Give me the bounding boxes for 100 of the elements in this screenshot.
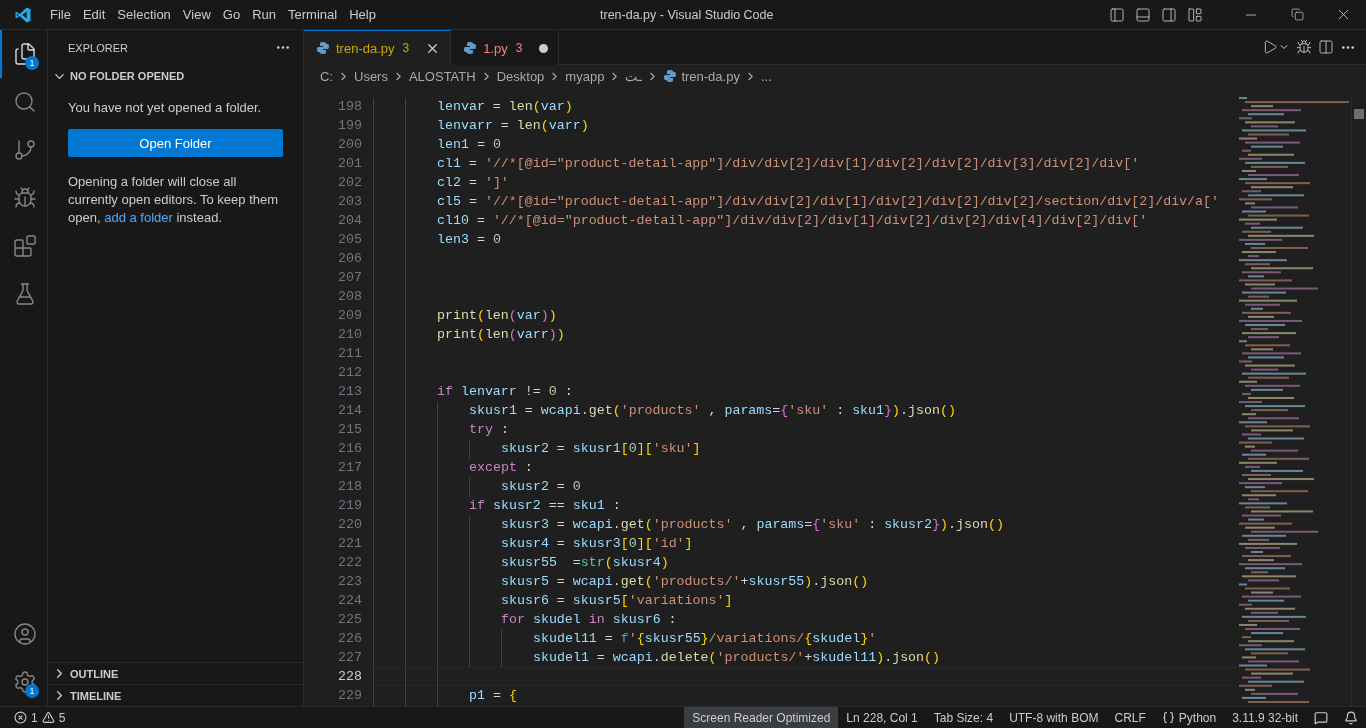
line-number: 208 — [338, 288, 362, 306]
status-item[interactable]: Ln 228, Col 1 — [838, 707, 926, 728]
scrollbar[interactable] — [1351, 97, 1366, 706]
line-number: 227 — [338, 649, 362, 667]
notification-badge: 1 — [25, 56, 39, 70]
panel-right-icon — [1161, 6, 1177, 23]
editor-tab[interactable]: 1.py 3 — [451, 30, 559, 65]
status-item[interactable]: Screen Reader Optimized — [684, 707, 839, 728]
info-paragraph: Opening a folder will close all currently open editors. To keep them open, add a folder instead. — [68, 173, 280, 227]
minimize-icon — [1243, 13, 1259, 16]
line-number: 200 — [338, 136, 362, 154]
line-number: 216 — [338, 440, 362, 458]
empty-folder-message: You have not yet opened a folder. — [68, 99, 263, 117]
line-number: 211 — [338, 345, 362, 363]
line-number: 223 — [338, 573, 362, 591]
more-actions-button[interactable] — [1340, 45, 1356, 49]
panel-header[interactable]: OUTLINE — [48, 662, 303, 684]
code-line: except : — [469, 459, 533, 476]
status-item[interactable]: 3.11.9 32-bit — [1224, 707, 1306, 728]
code-line: skusr55 =str(skusr4) — [501, 554, 669, 571]
code-line: skusr4 = skusr3[0]['id'] — [501, 535, 693, 552]
code-line: if skusr2 == sku1 : — [469, 497, 621, 514]
menu-item[interactable]: Edit — [76, 7, 112, 22]
restore-icon — [1290, 8, 1304, 21]
branch-icon — [12, 138, 37, 162]
breadcrumb-item[interactable]: myapp — [565, 68, 605, 84]
run-button[interactable] — [1262, 39, 1290, 55]
menu-item[interactable]: Help — [343, 7, 382, 22]
blocks-icon — [12, 234, 37, 258]
menu-item[interactable]: Selection — [111, 7, 177, 22]
line-number: 215 — [338, 421, 362, 439]
error-icon — [14, 711, 27, 724]
line-number: 207 — [338, 269, 362, 287]
more-actions-button[interactable] — [275, 46, 291, 49]
code-line: for skudel in skusr6 : — [501, 611, 677, 628]
breadcrumb-item[interactable]: ALOSTATH — [408, 68, 476, 84]
breadcrumb-item[interactable]: Desktop — [496, 68, 545, 84]
line-number: 203 — [338, 193, 362, 211]
bug-icon — [1296, 39, 1312, 55]
open-folder-button[interactable]: Open Folder — [68, 129, 283, 157]
notification-badge: 1 — [25, 684, 39, 698]
line-number: 202 — [338, 174, 362, 192]
activity-bar-button[interactable]: 1 — [0, 658, 47, 706]
breadcrumb-item[interactable]: C: — [320, 68, 333, 84]
code-line: len1 = 0 — [437, 136, 501, 153]
menu-item[interactable]: View — [176, 7, 217, 22]
breadcrumb-item[interactable]: ... — [760, 68, 772, 84]
status-item[interactable]: Tab Size: 4 — [925, 707, 1002, 728]
line-number: 224 — [338, 592, 362, 610]
breadcrumb-item[interactable]: Users — [354, 68, 388, 84]
window-title: tren-da.py - Visual Studio Code — [600, 7, 774, 22]
menu-item[interactable]: Run — [246, 7, 282, 22]
code-line: skusr2 = 0 — [501, 478, 581, 495]
problem-count: 3 — [515, 41, 523, 55]
split-icon — [1318, 39, 1334, 55]
line-number: 206 — [338, 250, 362, 268]
editor-tab[interactable]: tren-da.py 3 — [304, 30, 452, 65]
code-line: lenvar = len(var) — [437, 98, 573, 115]
warning-icon — [41, 711, 55, 724]
code-line: skusr6 = skusr5['variations'] — [501, 592, 733, 609]
line-number: 199 — [338, 117, 362, 135]
line-number: 210 — [338, 326, 362, 344]
breadcrumb-item[interactable]: tren-da.py — [681, 68, 740, 84]
line-number: 218 — [338, 478, 362, 496]
line-number: 201 — [338, 155, 362, 173]
breadcrumb-item[interactable]: ـت — [625, 68, 643, 84]
python-file-icon — [316, 41, 330, 55]
layout-icon — [1187, 6, 1203, 23]
line-number: 220 — [338, 516, 362, 534]
status-item[interactable]: CRLF — [1106, 707, 1154, 728]
menu-item[interactable]: Terminal — [282, 7, 344, 22]
code-line: cl2 = ']' — [437, 174, 509, 191]
line-number: 209 — [338, 307, 362, 325]
section-header[interactable]: NO FOLDER OPENED — [48, 65, 303, 87]
line-number: 228 — [338, 668, 362, 686]
add-folder-link[interactable]: add a folder — [104, 210, 173, 225]
code-line: skudel1 = wcapi.delete('products/'+skudel11).json() — [533, 649, 941, 666]
panel-bottom-icon — [1135, 6, 1151, 23]
line-number: 226 — [338, 630, 362, 648]
line-number: 217 — [338, 459, 362, 477]
sidebar-title: EXPLORER — [68, 41, 128, 54]
ellipsis-icon — [1340, 45, 1356, 49]
line-number: 214 — [338, 402, 362, 420]
status-item[interactable]: Python — [1153, 707, 1225, 728]
problems-status[interactable]: 1 5 — [6, 707, 74, 728]
menu-item[interactable]: Go — [216, 7, 247, 22]
split-editor-button[interactable] — [1318, 39, 1334, 55]
code-line: skusr1 = wcapi.get('products' , params={'sku' : sku1}).json() — [469, 402, 956, 419]
panel-left-icon — [1109, 6, 1125, 23]
menu-item[interactable]: File — [44, 7, 77, 22]
python-file-icon — [463, 41, 478, 55]
problem-count: 3 — [402, 41, 410, 55]
line-number: 213 — [338, 383, 362, 401]
line-number: 229 — [338, 687, 362, 705]
python-file-icon — [663, 69, 678, 83]
debug-button[interactable] — [1296, 39, 1312, 55]
tab-label: 1.py — [483, 40, 508, 56]
code-line: skusr5 = wcapi.get('products/'+skusr55).json() — [501, 573, 869, 590]
status-item[interactable]: UTF-8 with BOM — [1001, 707, 1107, 728]
bell-icon — [1344, 710, 1358, 725]
